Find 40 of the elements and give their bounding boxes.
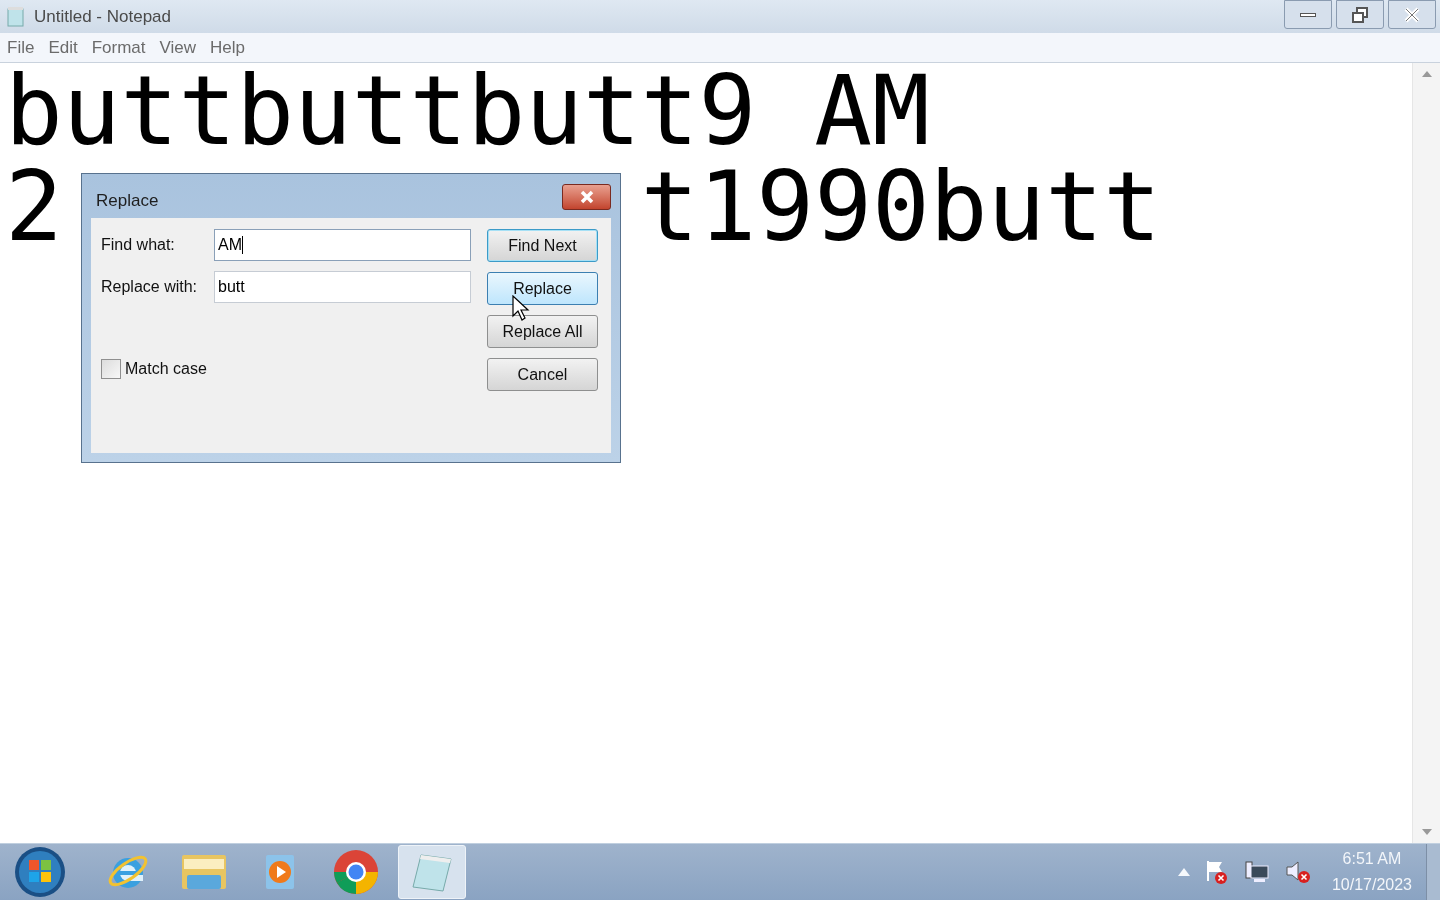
network-icon[interactable] — [1243, 860, 1270, 884]
minimize-button[interactable] — [1284, 0, 1332, 29]
dialog-title: Replace — [96, 189, 159, 212]
text-line: buttbuttbutt9 AM — [5, 63, 930, 159]
notepad-icon — [6, 5, 26, 28]
scrollbar[interactable] — [1412, 63, 1440, 843]
text-line: 2 — [5, 159, 63, 255]
speaker-muted-icon[interactable] — [1283, 859, 1312, 885]
clock-time: 6:51 AM — [1342, 849, 1402, 869]
start-button[interactable] — [14, 846, 66, 898]
close-button[interactable] — [562, 184, 611, 210]
scroll-up-icon[interactable] — [1421, 71, 1432, 77]
menu-item[interactable]: Format — [91, 34, 146, 61]
restore-icon — [1351, 5, 1369, 24]
dialog-button[interactable]: Replace — [487, 272, 598, 305]
field-label: Replace with: — [101, 277, 199, 297]
window-title: Untitled - Notepad — [34, 5, 172, 28]
chrome-icon — [332, 848, 380, 896]
checkbox[interactable] — [101, 359, 121, 379]
menu-item[interactable]: Edit — [48, 34, 78, 61]
input-field[interactable]: butt — [214, 271, 471, 303]
show-desktop-button[interactable] — [1426, 844, 1440, 900]
taskbar-button[interactable] — [398, 845, 466, 899]
dialog-button[interactable]: Replace All — [487, 315, 598, 348]
menu-item[interactable]: View — [159, 34, 197, 61]
close-icon — [1403, 6, 1421, 23]
restore-button[interactable] — [1336, 0, 1384, 29]
checkbox-label: Match case — [125, 359, 207, 379]
menu-item[interactable]: Help — [210, 34, 246, 61]
scroll-down-icon[interactable] — [1421, 829, 1432, 835]
close-icon — [578, 190, 595, 204]
field-label: Find what: — [101, 235, 176, 255]
text-line: t1990butt — [640, 159, 1161, 255]
input-field[interactable]: AM — [214, 229, 471, 261]
mouse-pointer-icon — [512, 295, 532, 323]
clock-date: 10/17/2023 — [1331, 875, 1412, 895]
menu-item[interactable]: File — [7, 34, 35, 61]
dialog-button[interactable]: Find Next — [487, 229, 598, 262]
dialog-button[interactable]: Cancel — [487, 358, 598, 391]
show-hidden-icons-icon[interactable] — [1177, 868, 1190, 876]
